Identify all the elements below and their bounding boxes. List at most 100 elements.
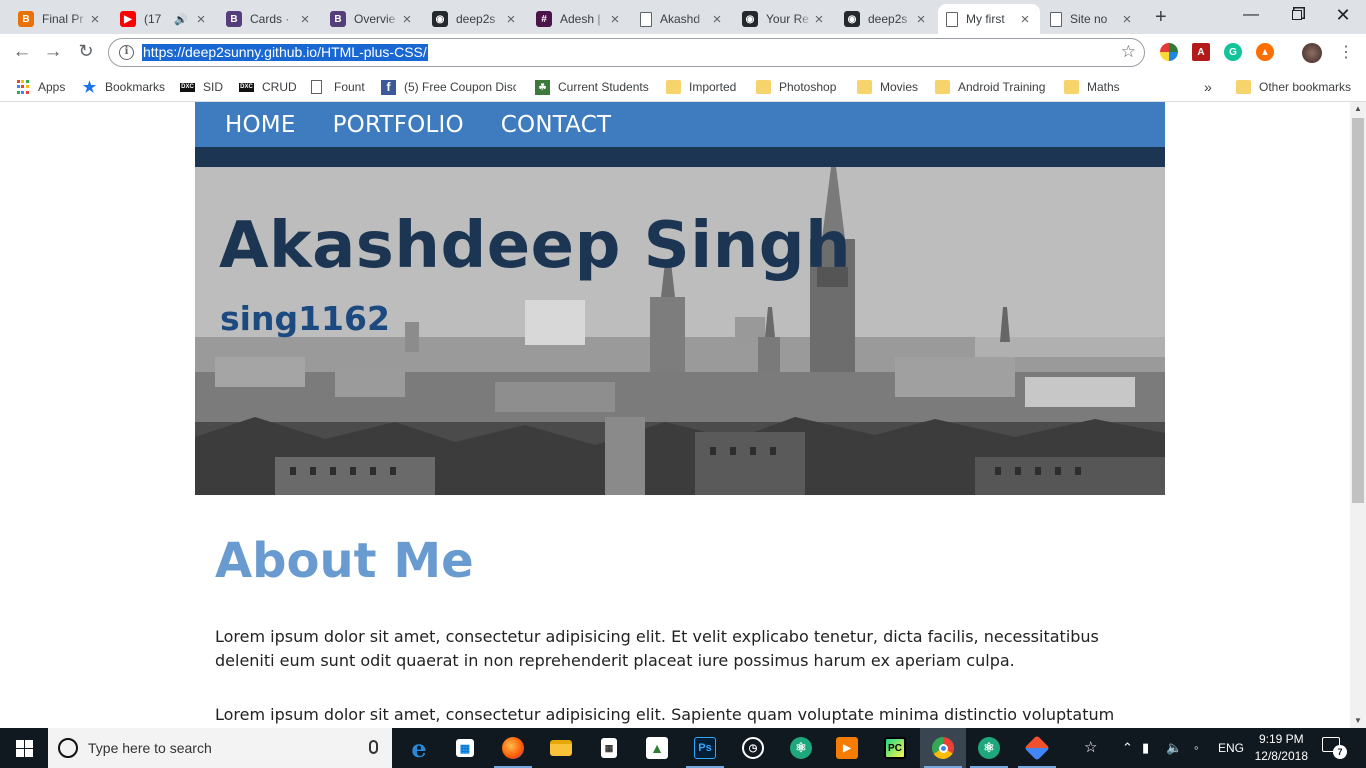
folder-icon	[666, 80, 681, 94]
page-scrollbar[interactable]: ▲ ▼	[1350, 102, 1366, 728]
tab-close-icon[interactable]: ×	[914, 11, 928, 28]
site-info-icon[interactable]: i	[119, 45, 134, 60]
network-icon[interactable]: ◦	[1194, 740, 1199, 755]
bookmark-crud[interactable]: DXC CRUD	[239, 77, 297, 97]
tab-close-icon[interactable]: ×	[400, 11, 414, 28]
action-center-button[interactable]: 7	[1322, 737, 1347, 759]
taskbar-alarms[interactable]: ◷	[730, 728, 776, 768]
grammarly-extension-icon[interactable]: G	[1224, 43, 1242, 61]
taskbar-atom[interactable]: ⚛	[778, 728, 824, 768]
tab-title: deep2s	[456, 12, 496, 26]
back-button[interactable]: ←	[10, 41, 34, 63]
bookmark-folder-movies[interactable]: Movies	[857, 77, 918, 97]
chrome-menu-icon[interactable]: ⋮	[1334, 42, 1358, 62]
tab-close-icon[interactable]: ×	[88, 11, 102, 28]
scroll-up-arrow-icon[interactable]: ▲	[1350, 102, 1366, 116]
taskbar-git[interactable]	[1014, 728, 1060, 768]
nav-home-link[interactable]: HOME	[225, 112, 296, 138]
bookmark-label: Android Training	[958, 80, 1046, 94]
nav-contact-link[interactable]: CONTACT	[501, 112, 611, 138]
cortana-icon	[58, 738, 78, 758]
browser-tab[interactable]: ◉ deep2s ×	[424, 4, 526, 34]
taskbar-search-box[interactable]: Type here to search	[48, 728, 392, 768]
taskbar-notepad[interactable]: ▲	[634, 728, 680, 768]
clock[interactable]: 9:19 PM 12/8/2018	[1255, 731, 1308, 765]
bookmark-star-icon[interactable]: ☆	[1121, 42, 1136, 62]
bookmarks-overflow-button[interactable]: »	[1204, 77, 1212, 97]
nav-portfolio-link[interactable]: PORTFOLIO	[333, 112, 464, 138]
forward-button[interactable]: →	[41, 41, 65, 63]
bookmark-folder-photoshop[interactable]: Photoshop	[756, 77, 836, 97]
browser-tab[interactable]: # Adesh | ×	[528, 4, 630, 34]
dxc-icon: DXC	[239, 82, 254, 92]
battery-icon[interactable]: ▮	[1142, 740, 1149, 756]
taskbar-photoshop[interactable]: Ps	[682, 728, 728, 768]
taskbar-media[interactable]: ▶	[824, 728, 870, 768]
bookmark-label: Bookmarks	[105, 80, 166, 94]
tab-close-icon[interactable]: ×	[504, 11, 518, 28]
address-bar[interactable]: i https://deep2sunny.github.io/HTML-plus…	[108, 38, 1145, 67]
bookmark-folder-maths[interactable]: Maths	[1064, 77, 1120, 97]
tray-chevron-icon[interactable]: ⌃	[1122, 740, 1133, 756]
tab-favicon-icon: ◉	[844, 11, 860, 27]
bookmark-label: (5) Free Coupon Disc	[404, 80, 516, 94]
microphone-icon[interactable]	[369, 740, 378, 754]
tab-close-icon[interactable]: ×	[194, 11, 208, 28]
bookmark-sid[interactable]: DXC SID	[180, 77, 223, 97]
browser-tab[interactable]: Akashd ×	[632, 4, 732, 34]
scrollbar-thumb[interactable]	[1352, 118, 1364, 503]
minimize-button[interactable]: —	[1228, 0, 1274, 30]
taskbar-calculator[interactable]: ▦	[586, 728, 632, 768]
taskbar-edge[interactable]: e	[396, 728, 442, 768]
taskbar-firefox[interactable]	[490, 728, 536, 768]
other-bookmarks[interactable]: Other bookmarks	[1236, 77, 1351, 97]
browser-tab[interactable]: ◉ deep2s ×	[836, 4, 936, 34]
taskbar-atom-2[interactable]: ⚛	[966, 728, 1012, 768]
browser-tab[interactable]: B Cards · ×	[218, 4, 320, 34]
tab-close-icon[interactable]: ×	[1120, 11, 1134, 28]
profile-avatar[interactable]	[1302, 43, 1322, 63]
close-window-button[interactable]: ✕	[1320, 0, 1366, 30]
start-button[interactable]	[0, 728, 48, 768]
taskbar-file-explorer[interactable]	[538, 728, 584, 768]
bookmark-fount[interactable]: Fount	[311, 77, 365, 97]
tab-active[interactable]: My first ×	[938, 4, 1040, 34]
volume-icon[interactable]: 🔈	[1166, 740, 1182, 756]
taskbar-pycharm[interactable]: PC	[872, 728, 918, 768]
browser-tab[interactable]: B Final Pr ×	[10, 4, 110, 34]
bookmark-label: Other bookmarks	[1259, 80, 1352, 94]
fire-extension-icon[interactable]: ▲	[1256, 43, 1274, 61]
bookmark-folder-android-training[interactable]: Android Training	[935, 77, 1045, 97]
bookmark-bookmarks[interactable]: ★ Bookmarks	[82, 77, 165, 97]
taskbar-chrome[interactable]	[920, 728, 966, 768]
browser-tab[interactable]: ▶ (17 🔊 ×	[112, 4, 216, 34]
people-icon[interactable]: ☆	[1084, 738, 1097, 756]
bookmark-folder-imported[interactable]: Imported	[666, 77, 736, 97]
tab-close-icon[interactable]: ×	[608, 11, 622, 28]
tab-close-icon[interactable]: ×	[710, 11, 724, 28]
browser-tab[interactable]: Site no ×	[1042, 4, 1142, 34]
tab-close-icon[interactable]: ×	[812, 11, 826, 28]
restore-button[interactable]	[1274, 0, 1320, 30]
folder-icon	[756, 80, 771, 94]
browser-tab[interactable]: B Overvie ×	[322, 4, 422, 34]
acrobat-extension-icon[interactable]: A	[1192, 43, 1210, 61]
browser-tab[interactable]: ◉ Your Re ×	[734, 4, 834, 34]
hero-title: Akashdeep Singh	[219, 209, 852, 283]
new-tab-button[interactable]: +	[1155, 6, 1167, 29]
language-indicator[interactable]: ENG	[1218, 741, 1244, 755]
bookmark-label: Movies	[880, 80, 919, 94]
bookmark-apps[interactable]: Apps	[15, 77, 65, 97]
tab-title: Adesh |	[560, 12, 601, 26]
tab-close-icon[interactable]: ×	[298, 11, 312, 28]
bookmark-free-coupon[interactable]: f (5) Free Coupon Disc	[381, 77, 516, 97]
tab-close-icon[interactable]: ×	[1018, 11, 1032, 28]
extension-globe-icon[interactable]	[1160, 43, 1178, 61]
bookmark-current-students[interactable]: ☘ Current Students	[535, 77, 649, 97]
tab-audio-icon[interactable]: 🔊	[174, 13, 188, 26]
address-bar-url[interactable]: https://deep2sunny.github.io/HTML-plus-C…	[142, 44, 428, 61]
reload-button[interactable]: ↻	[74, 41, 98, 62]
taskbar-store[interactable]: ▦	[442, 728, 488, 768]
scroll-down-arrow-icon[interactable]: ▼	[1350, 714, 1366, 728]
tab-title: deep2s	[868, 12, 908, 26]
